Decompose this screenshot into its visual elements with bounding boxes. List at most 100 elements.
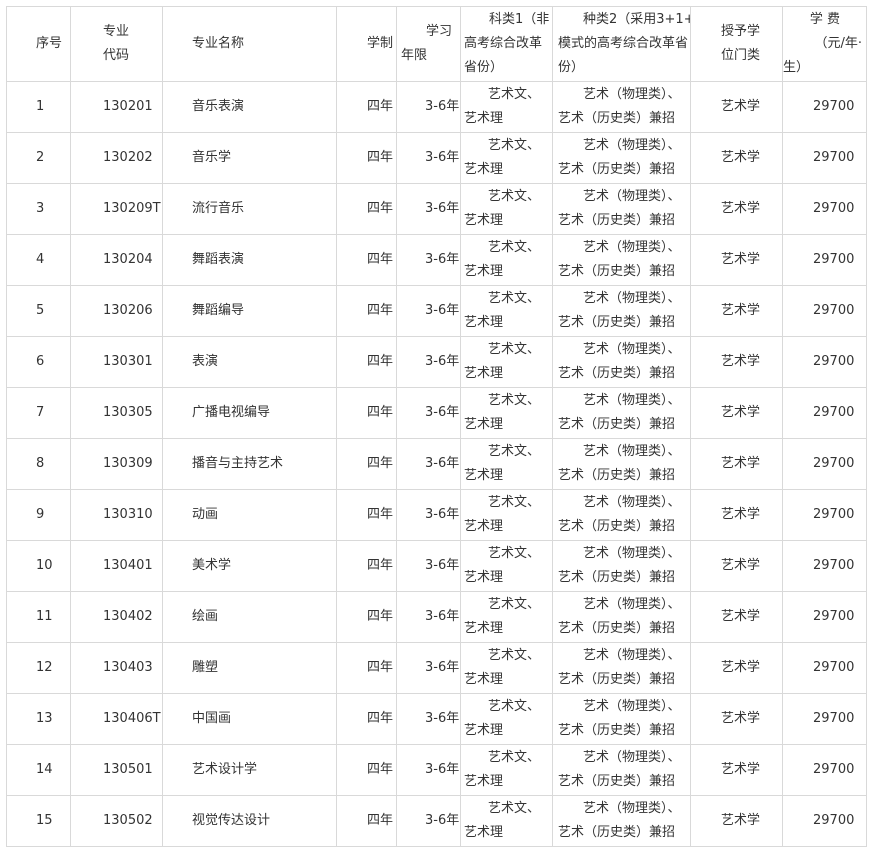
cell-category2-line2: 艺术（历史类）兼招 (558, 621, 676, 636)
cell-duration: 四年 (336, 81, 397, 133)
cell-name: 音乐表演 (162, 81, 337, 133)
cell-fee: 29700 (782, 438, 867, 490)
cell-degree: 艺术学 (690, 336, 783, 388)
cell-category2-line1: 艺术（物理类）、 (583, 240, 681, 255)
table-row: 15 130502 视觉传达设计 四年 3-6年 艺术文、 艺术理 艺术（物理类）、 艺术（历史… (6, 795, 867, 847)
cell-category2-line1: 艺术（物理类）、 (583, 291, 681, 306)
table-row: 2 130202 音乐学 四年 3-6年 艺术文、 艺术理 艺术（物理类）、 艺术（历史类）兼招… (6, 132, 867, 184)
cell-category1-line1: 艺术文、 (487, 648, 540, 663)
cell-duration: 四年 (336, 132, 397, 184)
cell-category2: 艺术（物理类）、 艺术（历史类）兼招 (552, 438, 691, 490)
cell-category1-line2: 艺术理 (464, 315, 504, 330)
cell-category1-line2: 艺术理 (464, 213, 504, 228)
cell-category2: 艺术（物理类）、 艺术（历史类）兼招 (552, 285, 691, 337)
cell-category1-line1: 艺术文、 (487, 801, 540, 816)
header-category1-line1: 科类1（非 (489, 12, 550, 27)
cell-degree: 艺术学 (690, 234, 783, 286)
cell-years: 3-6年 (396, 438, 461, 490)
cell-fee: 29700 (782, 387, 867, 439)
table-body: 1 130201 音乐表演 四年 3-6年 艺术文、 艺术理 艺术（物理类）、 艺术（历史类）兼… (6, 81, 867, 847)
cell-category1: 艺术文、 艺术理 (460, 81, 553, 133)
cell-category1-line1: 艺术文、 (487, 138, 540, 153)
cell-years: 3-6年 (396, 540, 461, 592)
cell-duration: 四年 (336, 183, 397, 235)
cell-category2-line2: 艺术（历史类）兼招 (558, 774, 676, 789)
cell-category2-line2: 艺术（历史类）兼招 (558, 366, 676, 381)
cell-category2-line1: 艺术（物理类）、 (583, 801, 681, 816)
cell-category1-line1: 艺术文、 (487, 444, 540, 459)
cell-seq: 14 (6, 744, 71, 796)
cell-category2-line2: 艺术（历史类）兼招 (558, 672, 676, 687)
cell-fee: 29700 (782, 642, 867, 694)
table-header-row: 序号 专业 代码 专业名称 学制 学习 年限 科类1（非 高考综合改革 省份） … (6, 6, 867, 82)
header-category2: 种类2（采用3+1+2 模式的高考综合改革省 份） (552, 6, 691, 82)
cell-category1: 艺术文、艺术理 (460, 132, 553, 184)
cell-fee: 29700 (782, 132, 867, 184)
cell-seq: 2 (6, 132, 71, 184)
cell-years: 3-6年 (396, 132, 461, 184)
cell-category2: 艺术（物理类）、 艺术（历史类）兼招 (552, 795, 691, 847)
cell-name: 播音与主持艺术 (162, 438, 337, 490)
cell-category2: 艺术（物理类）、 艺术（历史类）兼招 (552, 183, 691, 235)
cell-category1-line2: 艺术理 (464, 111, 504, 126)
cell-degree: 艺术学 (690, 693, 783, 745)
cell-duration: 四年 (336, 795, 397, 847)
cell-category2-line2: 艺术（历史类）兼招 (558, 111, 676, 126)
cell-degree: 艺术学 (690, 387, 783, 439)
cell-category1-line1: 艺术文、 (487, 597, 540, 612)
cell-name: 舞蹈编导 (162, 285, 337, 337)
cell-category2: 艺术（物理类）、艺术（历史类）兼招 (552, 591, 691, 643)
cell-years: 3-6年 (396, 285, 461, 337)
cell-category2-line1: 艺术（物理类）、 (583, 750, 681, 765)
header-degree-line1: 授予学 (721, 24, 761, 39)
table-row: 11 130402 绘画 四年 3-6年 艺术文、 艺术理 艺术（物理类）、 艺术（历史类）兼招… (6, 591, 867, 643)
cell-duration: 四年 (336, 642, 397, 694)
cell-seq: 6 (6, 336, 71, 388)
cell-years: 3-6年 (396, 183, 461, 235)
cell-code: 130206 (70, 285, 163, 337)
cell-category2: 艺术（物理类）、 艺术（历史类）兼招 (552, 336, 691, 388)
cell-category1-line2: 艺术理 (464, 162, 504, 177)
cell-duration: 四年 (336, 540, 397, 592)
cell-category1-line2: 艺术理 (464, 366, 504, 381)
cell-seq: 10 (6, 540, 71, 592)
cell-code: 130501 (70, 744, 163, 796)
cell-duration: 四年 (336, 693, 397, 745)
table-row: 4 130204 舞蹈表演 四年 3-6年 艺术文、 艺术理 艺术（物理类）、 艺术（历史类）兼… (6, 234, 867, 286)
cell-name: 视觉传达设计 (162, 795, 337, 847)
majors-table: 序号 专业 代码 专业名称 学制 学习 年限 科类1（非 高考综合改革 省份） … (6, 6, 867, 847)
cell-code: 130204 (70, 234, 163, 286)
cell-seq: 11 (6, 591, 71, 643)
cell-duration: 四年 (336, 234, 397, 286)
cell-fee: 29700 (782, 234, 867, 286)
header-category2-line3: 份） (558, 60, 585, 75)
cell-seq: 1 (6, 81, 71, 133)
cell-fee: 29700 (782, 489, 867, 541)
header-fee: 学 费 （元/年· 生） (782, 6, 867, 82)
cell-category1: 艺术文、 艺术理 (460, 336, 553, 388)
header-fee-line3: 生） (783, 60, 810, 75)
cell-category2: 艺术（物理类）、 艺术（历史类）兼招 (552, 387, 691, 439)
cell-duration: 四年 (336, 489, 397, 541)
cell-degree: 艺术学 (690, 744, 783, 796)
cell-seq: 3 (6, 183, 71, 235)
header-years-line2: 年限 (401, 48, 428, 63)
cell-duration: 四年 (336, 387, 397, 439)
cell-seq: 15 (6, 795, 71, 847)
cell-category1: 艺术文、 艺术理 (460, 693, 553, 745)
cell-duration: 四年 (336, 438, 397, 490)
cell-category2-line1: 艺术（物理类）、 (583, 597, 681, 612)
cell-code: 130502 (70, 795, 163, 847)
cell-category1-line1: 艺术文、 (487, 699, 540, 714)
cell-years: 3-6年 (396, 387, 461, 439)
table-row: 14 130501 艺术设计学 四年 3-6年 艺术文、 艺术理 艺术（物理类）、 艺术（历史类… (6, 744, 867, 796)
table-row: 5 130206 舞蹈编导 四年 3-6年 艺术文、 艺术理 艺术（物理类）、 艺术（历史类）兼… (6, 285, 867, 337)
cell-category1-line1: 艺术文、 (487, 393, 540, 408)
header-years-line1: 学习 (425, 24, 452, 39)
cell-category2-line2: 艺术（历史类）兼招 (558, 213, 676, 228)
cell-category2-line2: 艺术（历史类）兼招 (558, 417, 676, 432)
cell-category2-line2: 艺术（历史类）兼招 (558, 723, 676, 738)
majors-table-wrapper: 序号 专业 代码 专业名称 学制 学习 年限 科类1（非 高考综合改革 省份） … (6, 6, 867, 847)
table-row: 1 130201 音乐表演 四年 3-6年 艺术文、 艺术理 艺术（物理类）、 艺术（历史类）兼… (6, 81, 867, 133)
cell-category1-line2: 艺术理 (464, 621, 504, 636)
